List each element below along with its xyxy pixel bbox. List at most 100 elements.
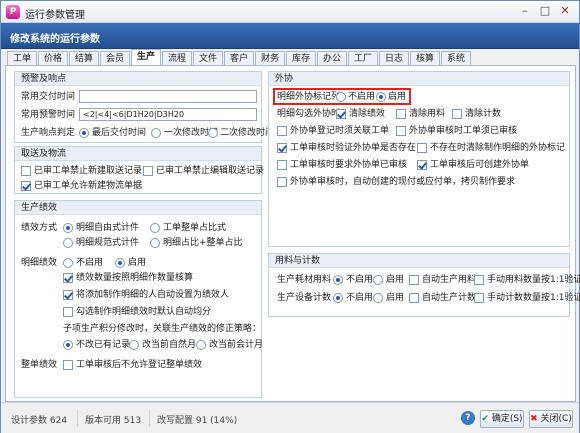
close-icon[interactable]: ✕	[557, 3, 573, 19]
perf-mode-radio-norm[interactable]	[63, 238, 73, 248]
use-manual-cb[interactable]	[474, 275, 484, 285]
minimize-icon[interactable]: –	[517, 3, 533, 19]
count-auto-cb[interactable]	[409, 293, 419, 303]
count-radio-off[interactable]	[333, 293, 343, 303]
count-off: 不启用	[346, 293, 374, 303]
logistics-cb-2[interactable]	[143, 166, 153, 176]
judge-option-second: 二次修改时间	[220, 128, 275, 138]
perf-mode-ratio: 工单整单占比式	[163, 223, 227, 233]
sel-clear-material-cb[interactable]	[396, 109, 406, 119]
whole-perf-opt: 工单审核后不允许登记整单绩效	[76, 360, 203, 370]
count-manual-cb[interactable]	[474, 293, 484, 303]
judge-radio-first[interactable]	[151, 128, 161, 138]
use-radio-on[interactable]	[373, 275, 383, 285]
use-on: 启用	[386, 275, 405, 285]
whole-perf-cb[interactable]	[63, 360, 73, 370]
performance-panel: 生产绩效 绩效方式 明细自由式计件 工单整单占比式 明细规范式计件 明细占比+整…	[14, 200, 264, 398]
panel-title: 用料与计数	[269, 254, 569, 268]
maximize-icon[interactable]: □	[537, 3, 553, 19]
r2a-label: 工单审核时验证外协单是否存在	[290, 143, 417, 153]
detail-perf-radio-off[interactable]	[63, 258, 73, 268]
judge-radio-last[interactable]	[79, 128, 89, 138]
panel-title: 外协	[269, 72, 569, 86]
close-label: 关闭(C)	[540, 414, 572, 424]
tab-bangong[interactable]: 办公	[317, 51, 348, 66]
sel-clear-material: 清除用料	[409, 109, 446, 119]
perf-sub3-cb[interactable]	[63, 307, 73, 317]
use-auto-cb[interactable]	[409, 275, 419, 285]
warning-panel: 预警及响点 常用交付时间 常用预警时间 <2|<4|<6|D1H20|D3H20…	[14, 71, 274, 143]
check-icon: ✔	[481, 414, 489, 424]
r2a-cb[interactable]	[277, 143, 287, 153]
close-button[interactable]: ✖ 关闭(C)	[529, 410, 573, 428]
tab-hesuan[interactable]: 核算	[410, 51, 441, 66]
r2b-cb[interactable]	[417, 143, 427, 153]
status-changed: 改写配置 91 (14%)	[157, 416, 238, 426]
logistics-panel: 取送及物流 已审工单禁止新建取送记录 已审工单禁止编辑取送记录 已审工单允许新建…	[14, 146, 264, 194]
app-logo-icon: P	[6, 5, 20, 19]
count-radio-on[interactable]	[373, 293, 383, 303]
r1b-cb[interactable]	[396, 126, 406, 136]
tab-kehu[interactable]: 客户	[224, 51, 255, 66]
mark-radio-on[interactable]	[376, 92, 386, 102]
logistics-cb-3[interactable]	[21, 181, 31, 191]
ok-button[interactable]: ✔ 确定(S)	[480, 410, 524, 428]
outsource-panel: 外协 明细外协标记列 不启用 启用 明细勾选外协时 清除绩效 清除用料 清除计数…	[268, 71, 570, 247]
strategy-account: 改当前会计月	[209, 340, 264, 350]
detail-perf-off: 不启用	[76, 258, 104, 268]
judge-radio-second[interactable]	[208, 128, 218, 138]
tab-rizhi[interactable]: 日志	[379, 51, 410, 66]
perf-sub1-cb[interactable]	[63, 273, 73, 283]
tab-jiesuan[interactable]: 结算	[69, 51, 100, 66]
perf-mode-radio-free[interactable]	[63, 223, 73, 233]
sel-clear-perf-cb[interactable]	[336, 109, 346, 119]
tab-liucheng[interactable]: 流程	[162, 51, 193, 66]
tab-jiage[interactable]: 价格	[38, 51, 69, 66]
delivery-time-label: 常用交付时间	[21, 92, 76, 102]
count-label: 生产设备计数	[277, 293, 332, 303]
tab-wenjian[interactable]: 文件	[193, 51, 224, 66]
r1a-cb[interactable]	[277, 126, 287, 136]
tab-xitong[interactable]: 系统	[441, 51, 472, 66]
use-off: 不启用	[346, 275, 374, 285]
tab-kucun[interactable]: 库存	[286, 51, 317, 66]
r4-cb[interactable]	[277, 177, 287, 187]
use-radio-off[interactable]	[333, 275, 343, 285]
strategy-radio-keep[interactable]	[63, 340, 73, 350]
mark-radio-off[interactable]	[336, 92, 346, 102]
r3b-cb[interactable]	[417, 160, 427, 170]
judge-option-last: 最后交付时间	[92, 128, 147, 138]
logistics-cb-1[interactable]	[21, 166, 31, 176]
r3a-cb[interactable]	[277, 160, 287, 170]
detail-perf-radio-on[interactable]	[115, 258, 125, 268]
sel-clear-count: 清除计数	[465, 109, 502, 119]
window-title: 运行参数管理	[25, 10, 85, 21]
tab-caiwu[interactable]: 财务	[255, 51, 286, 66]
delivery-time-input[interactable]	[79, 90, 257, 103]
sel-clear-count-cb[interactable]	[452, 109, 462, 119]
r1b-label: 外协单审核时工单须已审核	[409, 126, 518, 136]
material-panel: 用料与计数 生产耗材用料 不启用 启用 自动生产用料 手动用料数量按1:1验证 …	[268, 253, 580, 317]
tab-huiyuan[interactable]: 会员	[100, 51, 131, 66]
perf-mode-radio-ratio[interactable]	[150, 223, 160, 233]
status-divider	[77, 409, 78, 427]
tab-gongdan[interactable]: 工单	[7, 51, 38, 66]
strategy-label: 子项生产积分修改时，关联生产绩效的修正策略：	[63, 324, 262, 334]
perf-sub2-cb[interactable]	[63, 290, 73, 300]
strategy-radio-account[interactable]	[196, 340, 206, 350]
use-manual: 手动用料数量按1:1验证	[487, 275, 580, 285]
help-icon[interactable]: ?	[461, 411, 475, 425]
r3a-label: 工单审核时要求外协单已审核	[290, 160, 408, 170]
strategy-radio-natural[interactable]	[129, 340, 139, 350]
r4-label: 外协单审核时，自动创建的现付或应付单，拷贝制作要求	[290, 177, 516, 187]
logistics-opt-3: 已审工单允许新建物流单据	[34, 181, 143, 191]
perf-mode-radio-mix[interactable]	[150, 238, 160, 248]
warning-time-input[interactable]: <2|<4|<6|D1H20|D3H20	[79, 108, 257, 121]
logistics-opt-1: 已审工单禁止新建取送记录	[34, 166, 143, 176]
strategy-natural: 改当前自然月	[142, 340, 197, 350]
strategy-keep: 不改已有记录	[76, 340, 131, 350]
perf-sub2: 将添加制作明细的人自动设置为绩效人	[76, 290, 230, 300]
tab-gongchang[interactable]: 工厂	[348, 51, 379, 66]
status-version: 版本可用 513	[85, 416, 142, 426]
header-bar: 修改系统的运行参数	[1, 23, 579, 49]
